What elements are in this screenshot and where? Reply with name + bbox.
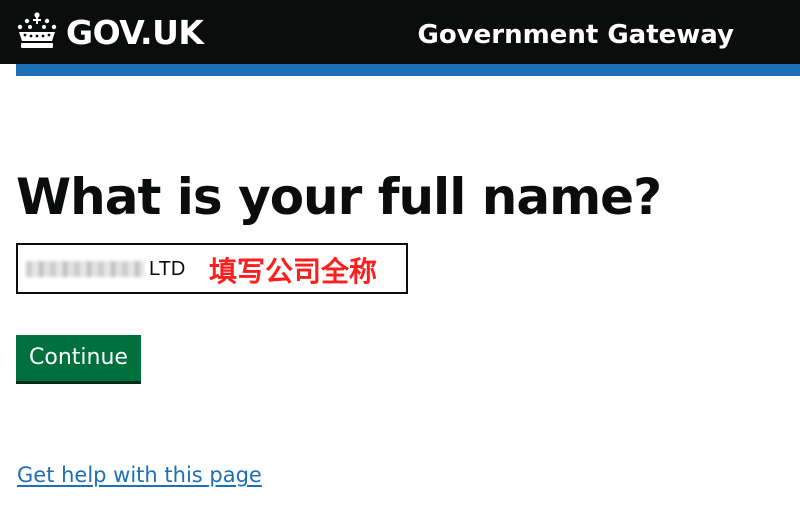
- redacted-text: [26, 261, 144, 277]
- annotation-note: 填写公司全称: [209, 255, 378, 288]
- header-accent-bar: [16, 64, 800, 76]
- full-name-input-value: LTD: [149, 258, 186, 280]
- site-header: GOV.UK Government Gateway: [0, 0, 800, 64]
- service-name-link[interactable]: Government Gateway: [418, 17, 735, 53]
- govuk-logo-text[interactable]: GOV.UK: [66, 13, 204, 53]
- help-link[interactable]: Get help with this page: [17, 461, 262, 489]
- continue-button[interactable]: Continue: [16, 335, 141, 381]
- crown-icon[interactable]: [15, 12, 59, 50]
- page-title: What is your full name?: [16, 168, 662, 226]
